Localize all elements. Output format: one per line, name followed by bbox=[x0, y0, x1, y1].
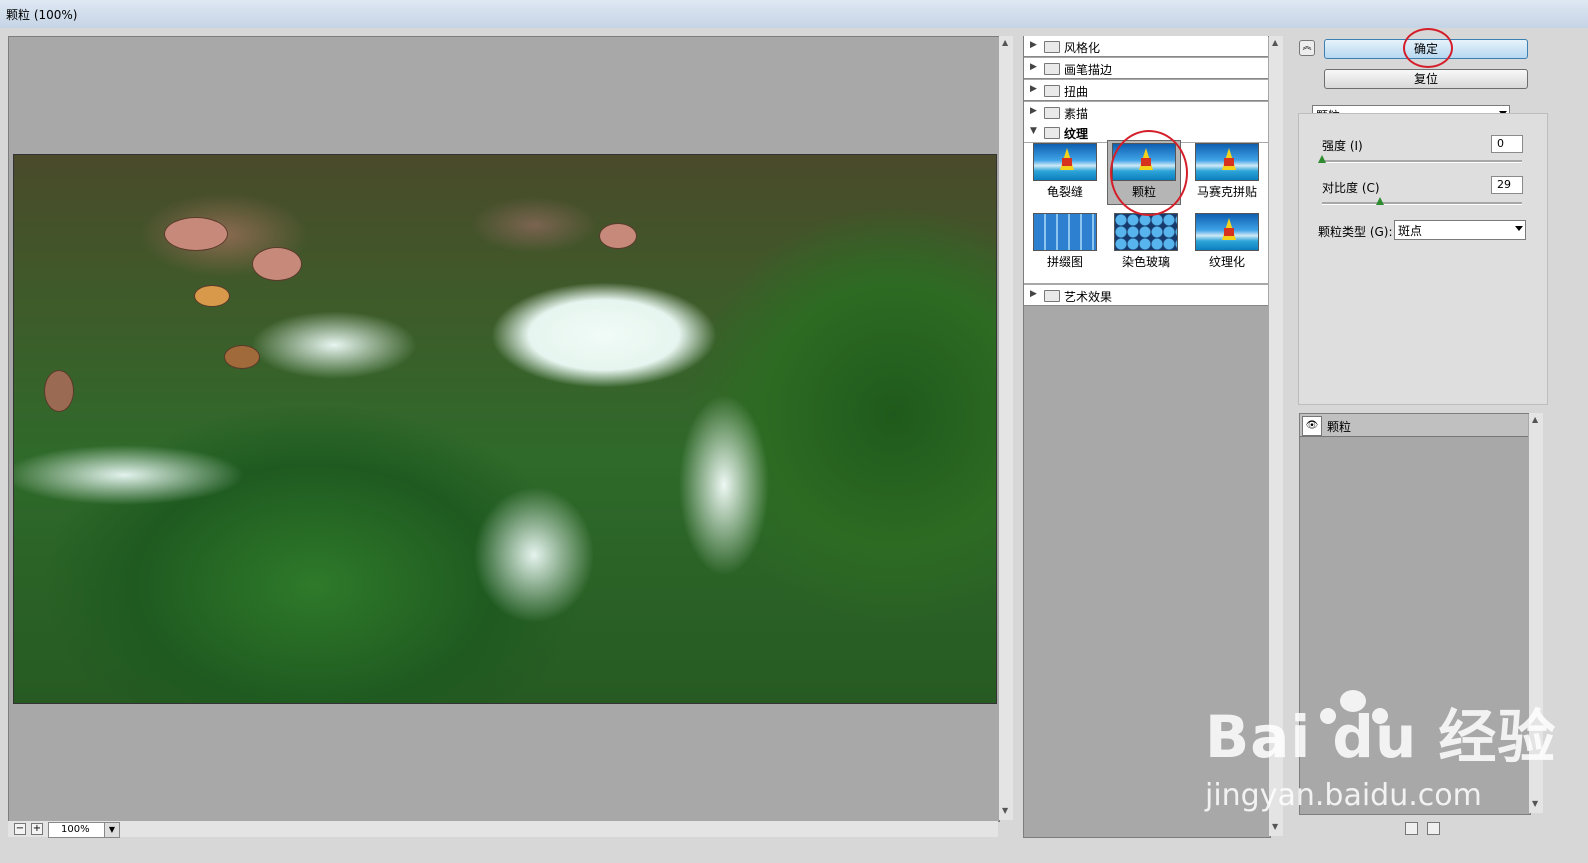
filter-thumbnail bbox=[1033, 213, 1097, 251]
zoom-in-button[interactable]: + bbox=[31, 823, 43, 835]
filter-thumbnail bbox=[1114, 213, 1178, 251]
reset-button[interactable]: 复位 bbox=[1324, 69, 1528, 89]
folder-icon bbox=[1044, 41, 1060, 53]
contrast-value: 29 bbox=[1497, 178, 1511, 191]
preview-bottom-bar bbox=[8, 821, 998, 837]
new-layer-icon[interactable] bbox=[1405, 822, 1418, 835]
effect-layer-label: 颗粒 bbox=[1327, 420, 1352, 434]
filter-patchwork[interactable]: 拼缀图 bbox=[1033, 213, 1097, 270]
expand-triangle-icon[interactable]: ▶ bbox=[1030, 289, 1037, 299]
filter-thumbnail bbox=[1033, 143, 1097, 181]
watermark-url: jingyan.baidu.com bbox=[1205, 778, 1482, 813]
category-label: 画笔描边 bbox=[1064, 63, 1113, 77]
chevron-down-icon[interactable] bbox=[1515, 226, 1523, 231]
category-artistic[interactable]: ▶ 艺术效果 bbox=[1024, 285, 1268, 306]
zoom-select[interactable]: 100% ▼ bbox=[48, 822, 120, 838]
intensity-input[interactable]: 0 bbox=[1491, 135, 1523, 153]
filter-thumbnail bbox=[1195, 213, 1259, 251]
filter-label: 龟裂缝 bbox=[1046, 185, 1083, 199]
expand-triangle-icon[interactable]: ▶ bbox=[1030, 40, 1037, 50]
grain-type-value: 斑点 bbox=[1398, 224, 1423, 238]
chevron-down-icon[interactable]: ▼ bbox=[104, 823, 119, 837]
preview-image bbox=[13, 154, 997, 704]
category-sketch[interactable]: ▶ 素描 bbox=[1024, 102, 1268, 123]
expand-triangle-icon[interactable]: ▶ bbox=[1030, 62, 1037, 72]
window-title: 颗粒 (100%) bbox=[6, 8, 78, 22]
filter-label: 马赛克拼贴 bbox=[1196, 185, 1257, 199]
zoom-out-button[interactable]: − bbox=[14, 823, 26, 835]
effect-layer-row[interactable]: 👁 颗粒 bbox=[1300, 414, 1528, 437]
filter-label: 拼缀图 bbox=[1046, 255, 1083, 269]
intensity-slider[interactable] bbox=[1318, 155, 1522, 163]
scroll-up-icon[interactable]: ▲ bbox=[1002, 38, 1008, 47]
category-brush-strokes[interactable]: ▶ 画笔描边 bbox=[1024, 58, 1268, 79]
zoom-value: 100% bbox=[61, 824, 90, 835]
grain-type-label: 颗粒类型 (G): bbox=[1318, 225, 1393, 239]
intensity-slider-knob[interactable] bbox=[1318, 155, 1326, 163]
filter-thumbnail bbox=[1195, 143, 1259, 181]
scroll-down-icon[interactable]: ▼ bbox=[1272, 822, 1278, 831]
watermark-brand: Bai du 经验 bbox=[1205, 703, 1557, 771]
folder-icon bbox=[1044, 290, 1060, 302]
folder-icon bbox=[1044, 63, 1060, 75]
filter-texturizer[interactable]: 纹理化 bbox=[1195, 213, 1259, 270]
scroll-down-icon[interactable]: ▼ bbox=[1002, 806, 1008, 815]
contrast-label: 对比度 (C) bbox=[1322, 181, 1380, 195]
intensity-value: 0 bbox=[1497, 137, 1504, 150]
scroll-up-icon[interactable]: ▲ bbox=[1272, 38, 1278, 47]
folder-icon bbox=[1044, 107, 1060, 119]
category-label: 风格化 bbox=[1064, 41, 1101, 55]
category-distort[interactable]: ▶ 扭曲 bbox=[1024, 80, 1268, 101]
title-bar: 颗粒 (100%) bbox=[0, 0, 1588, 29]
preview-area[interactable] bbox=[8, 36, 1000, 822]
scroll-up-icon[interactable]: ▲ bbox=[1532, 415, 1538, 424]
filter-mosaic-tiles[interactable]: 马赛克拼贴 bbox=[1195, 143, 1259, 200]
folder-icon bbox=[1044, 85, 1060, 97]
filter-parameters-panel bbox=[1298, 113, 1548, 405]
contrast-slider-knob[interactable] bbox=[1376, 197, 1384, 205]
delete-layer-icon[interactable] bbox=[1427, 822, 1440, 835]
filter-stained-glass[interactable]: 染色玻璃 bbox=[1114, 213, 1178, 270]
filter-label: 纹理化 bbox=[1208, 255, 1245, 269]
grain-type-select[interactable]: 斑点 bbox=[1394, 220, 1526, 240]
eye-icon[interactable]: 👁 bbox=[1302, 416, 1322, 436]
collapse-gallery-icon[interactable]: ︽ bbox=[1299, 40, 1315, 56]
contrast-slider[interactable] bbox=[1322, 197, 1522, 205]
expand-triangle-icon[interactable]: ▶ bbox=[1030, 106, 1037, 116]
preview-vertical-scrollbar[interactable]: ▲ ▼ bbox=[999, 36, 1013, 820]
category-label: 艺术效果 bbox=[1064, 290, 1113, 304]
category-stylize[interactable]: ▶ 风格化 bbox=[1024, 36, 1268, 57]
contrast-input[interactable]: 29 bbox=[1491, 176, 1523, 194]
category-label: 扭曲 bbox=[1064, 85, 1089, 99]
filter-craquelure[interactable]: 龟裂缝 bbox=[1033, 143, 1097, 200]
expand-triangle-icon[interactable]: ▶ bbox=[1030, 84, 1037, 94]
highlight-circle bbox=[1403, 28, 1453, 68]
folder-icon bbox=[1044, 127, 1060, 139]
scroll-down-icon[interactable]: ▼ bbox=[1532, 799, 1538, 808]
collapse-triangle-icon[interactable]: ▼ bbox=[1030, 126, 1037, 136]
category-label: 素描 bbox=[1064, 107, 1089, 121]
category-label: 纹理 bbox=[1064, 127, 1089, 141]
filter-label: 染色玻璃 bbox=[1121, 255, 1170, 269]
intensity-label: 强度 (I) bbox=[1322, 139, 1363, 153]
highlight-circle bbox=[1110, 130, 1188, 216]
